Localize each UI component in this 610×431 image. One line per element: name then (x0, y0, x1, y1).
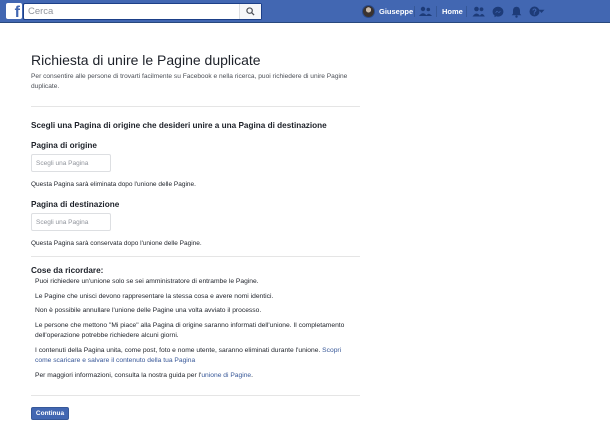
list-item: I contenuti della Pagina unita, come pos… (35, 346, 353, 366)
info-end-text: . (251, 371, 254, 379)
nav-divider (414, 6, 415, 17)
continue-button[interactable]: Continua (31, 407, 69, 420)
source-page-note: Questa Pagina sarà eliminata dopo l'unio… (31, 181, 196, 188)
dropdown-arrow-icon[interactable] (536, 5, 546, 18)
facebook-logo[interactable]: f (6, 3, 22, 21)
notifications-icon[interactable] (510, 5, 523, 18)
source-page-label: Pagina di origine (31, 141, 97, 150)
search-box (23, 3, 262, 20)
remember-title: Cose da ricordare: (31, 266, 104, 275)
home-link[interactable]: Home (442, 7, 463, 16)
list-item: Le Pagine che unisci devono rappresentar… (35, 292, 274, 300)
search-icon (246, 7, 255, 16)
messages-icon[interactable] (491, 5, 504, 18)
section-divider (31, 256, 360, 257)
search-button[interactable] (239, 4, 261, 19)
nav-divider (436, 6, 437, 17)
page-header: Richiesta di unire le Pagine duplicate P… (31, 52, 361, 91)
list-item: Non è possibile annullare l'unione delle… (35, 307, 262, 315)
top-navigation-bar: f Giuseppe Home ? (0, 0, 610, 23)
remember-list: Puoi richiedere un'unione solo se sei am… (35, 277, 353, 386)
section-divider (31, 106, 360, 107)
merge-section-title: Scegli una Pagina di origine che desider… (31, 121, 327, 130)
content-deletion-text: I contenuti della Pagina unita, come pos… (35, 347, 321, 355)
page-description: Per consentire alle persone di trovarti … (31, 73, 348, 90)
section-divider (31, 395, 360, 396)
profile-link[interactable]: Giuseppe (362, 4, 413, 19)
find-friends-icon[interactable] (419, 5, 432, 18)
list-item: Le persone che mettono "Mi piace" alla P… (35, 322, 345, 340)
list-item: Per maggiori informazioni, consulta la n… (35, 371, 353, 381)
page-title: Richiesta di unire le Pagine duplicate (31, 52, 261, 68)
nav-divider (466, 6, 467, 17)
list-item: Puoi richiedere un'unione solo se sei am… (35, 278, 259, 285)
source-page-input[interactable] (31, 154, 111, 172)
facebook-logo-letter: f (14, 4, 20, 21)
friend-requests-icon[interactable] (472, 5, 485, 18)
search-input[interactable] (28, 4, 228, 19)
destination-page-input[interactable] (31, 213, 111, 231)
info-text: Per maggiori informazioni, consulta la n… (35, 371, 202, 379)
merge-pages-guide-link[interactable]: unione di Pagine (201, 372, 251, 379)
destination-page-note: Questa Pagina sarà conservata dopo l'uni… (31, 240, 202, 247)
destination-page-label: Pagina di destinazione (31, 200, 120, 209)
profile-name: Giuseppe (379, 7, 414, 16)
avatar (362, 5, 375, 18)
